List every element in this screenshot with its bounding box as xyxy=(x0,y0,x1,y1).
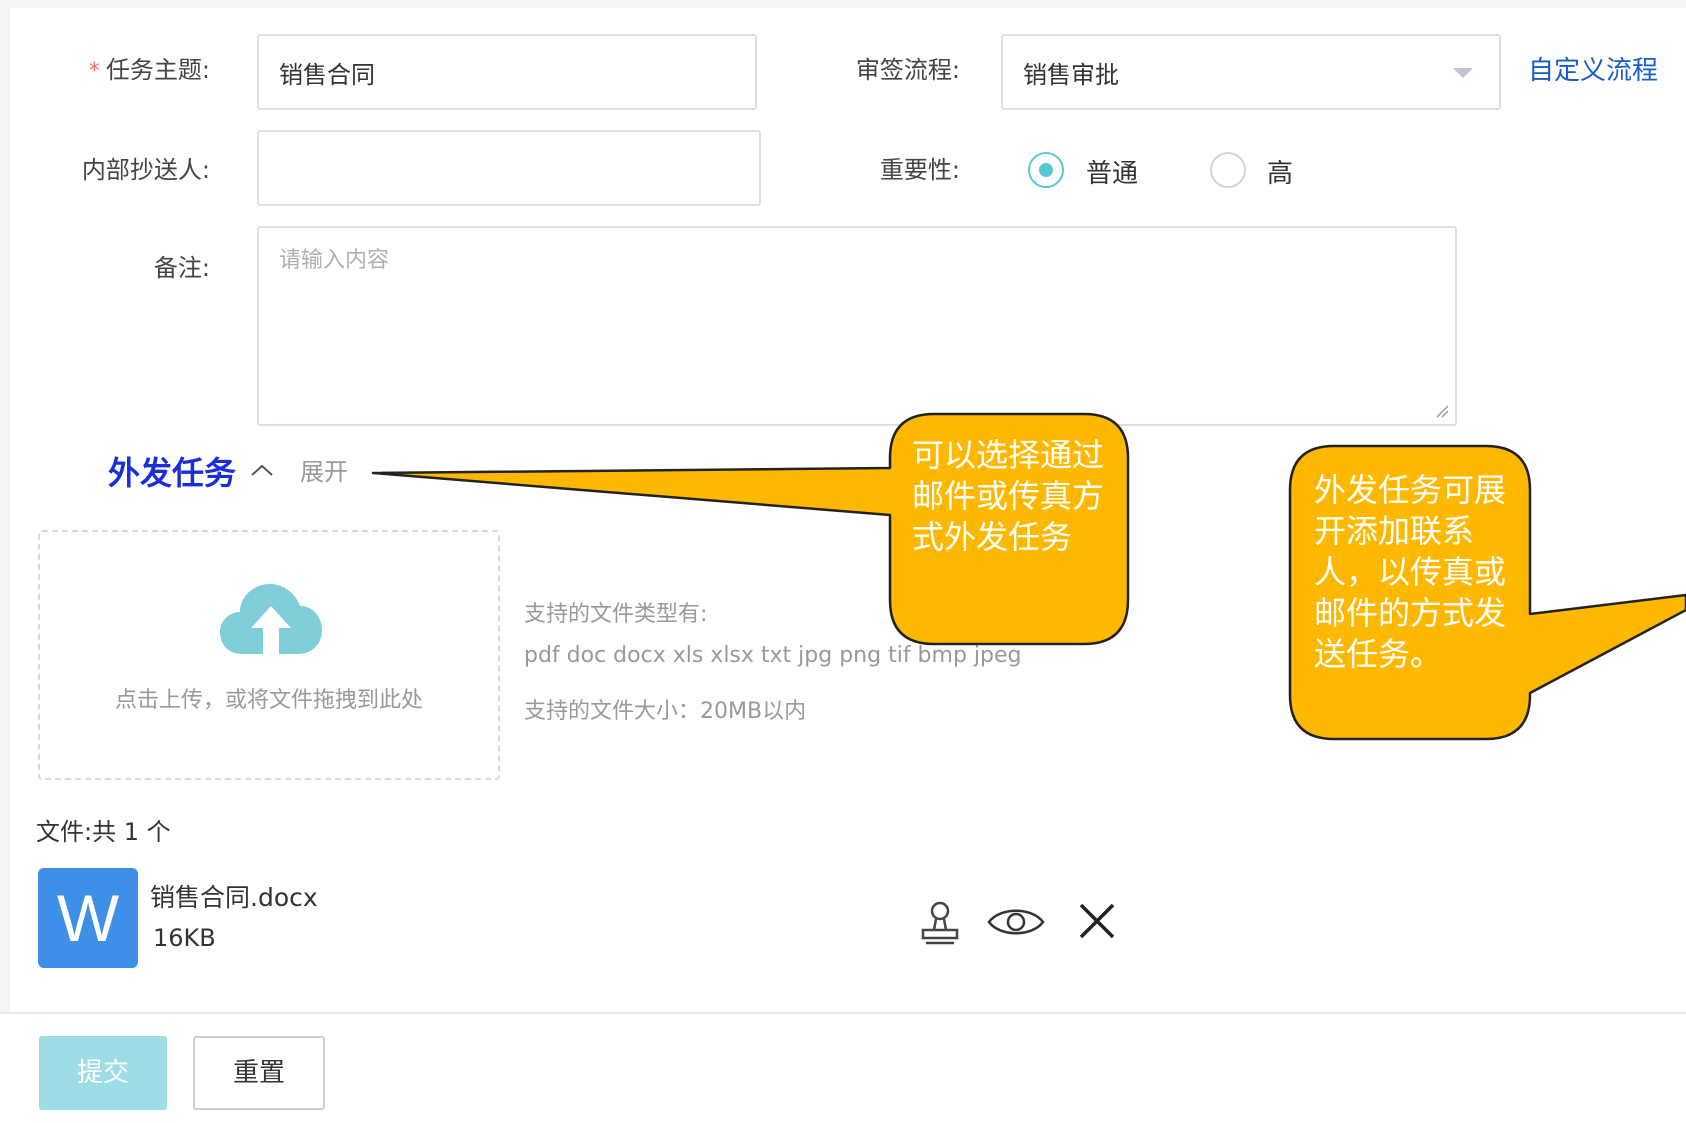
outbound-task-title: 外发任务 xyxy=(108,454,237,492)
approval-flow-label: 审签流程: xyxy=(855,56,960,84)
file-count: 文件:共 1 个 xyxy=(36,818,171,846)
dropdown-arrow-icon xyxy=(1453,68,1473,78)
reset-button[interactable]: 重置 xyxy=(193,1036,325,1110)
file-types-title: 支持的文件类型有: xyxy=(524,602,708,627)
file-types-list: pdf doc docx xls xlsx txt jpg png tif bm… xyxy=(524,643,1022,668)
importance-normal-label[interactable]: 普通 xyxy=(1086,153,1138,190)
remarks-textarea[interactable]: 请输入内容 xyxy=(257,226,1457,426)
approval-flow-value: 销售审批 xyxy=(1023,60,1119,89)
word-file-icon: W xyxy=(38,868,138,968)
task-subject-input[interactable]: 销售合同 xyxy=(257,34,757,110)
upload-hint: 点击上传，或将文件拖拽到此处 xyxy=(114,688,423,713)
eye-icon[interactable] xyxy=(986,902,1046,942)
task-subject-label-text: 任务主题: xyxy=(105,56,210,84)
importance-high-radio[interactable] xyxy=(1210,152,1246,188)
required-mark: * xyxy=(88,59,100,84)
cloud-upload-icon xyxy=(220,584,322,654)
custom-flow-link[interactable]: 自定义流程 xyxy=(1528,50,1658,87)
upload-dropzone[interactable]: 点击上传，或将文件拖拽到此处 xyxy=(38,530,500,780)
approval-flow-select[interactable]: 销售审批 xyxy=(1001,34,1501,110)
remarks-placeholder: 请输入内容 xyxy=(279,248,390,273)
file-size: 16KB xyxy=(153,924,216,952)
resize-grip-icon[interactable] xyxy=(1435,404,1449,418)
importance-label: 重要性: xyxy=(879,156,960,184)
importance-normal-radio[interactable] xyxy=(1028,152,1064,188)
submit-button[interactable]: 提交 xyxy=(39,1036,167,1110)
expand-toggle[interactable]: 展开 xyxy=(300,452,348,487)
task-subject-value: 销售合同 xyxy=(279,60,375,89)
remarks-label: 备注: xyxy=(153,254,210,282)
internal-cc-label: 内部抄送人: xyxy=(81,156,210,184)
chevron-up-icon[interactable] xyxy=(250,463,274,477)
importance-high-label[interactable]: 高 xyxy=(1267,153,1293,190)
close-icon[interactable] xyxy=(1078,902,1116,940)
stamp-icon[interactable] xyxy=(920,900,960,946)
file-name[interactable]: 销售合同.docx xyxy=(150,878,318,914)
callout-text-2: 外发任务可展开添加联系人，以传真或邮件的方式发送任务。 xyxy=(1314,471,1507,673)
task-subject-label: * 任务主题: xyxy=(60,50,210,85)
file-size-limit: 支持的文件大小：20MB以内 xyxy=(524,699,807,724)
internal-cc-input[interactable] xyxy=(257,130,761,206)
callout-text-1: 可以选择通过邮件或传真方式外发任务 xyxy=(912,436,1105,556)
